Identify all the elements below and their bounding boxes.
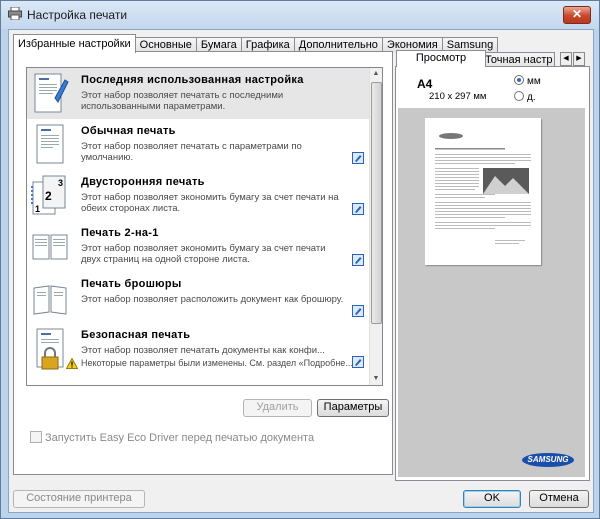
radio-selected-icon: [514, 75, 524, 85]
edit-icon[interactable]: [352, 356, 364, 368]
item-title: Безопасная печать: [81, 329, 191, 341]
two-up-icon: [32, 234, 68, 260]
preview-area: SAMSUNG: [398, 108, 585, 477]
item-description: Этот набор позволяет экономить бумагу за…: [81, 192, 339, 214]
svg-text:3: 3: [58, 178, 63, 188]
item-description: Этот набор позволяет печатать документы …: [81, 345, 325, 356]
booklet-icon: [33, 285, 67, 315]
last-used-icon: [34, 73, 69, 113]
svg-text:2: 2: [45, 189, 52, 203]
item-description: Этот набор позволяет печатать с параметр…: [81, 141, 302, 163]
scroll-up-icon[interactable]: ▲: [370, 68, 382, 80]
item-title: Печать брошюры: [81, 278, 182, 290]
unit-inch-label: д.: [527, 92, 536, 103]
tab-scroll-left-icon[interactable]: ◀: [560, 52, 572, 66]
preview-content: A4 210 x 297 мм мм д. SAMSUNG: [395, 66, 590, 481]
paper-size: A4: [417, 77, 433, 91]
tab-favorites[interactable]: Избранные настройки: [13, 34, 136, 53]
scrollbar-thumb[interactable]: [371, 82, 382, 324]
printer-icon: [8, 7, 22, 20]
edit-icon[interactable]: [352, 203, 364, 215]
list-item[interactable]: Печать брошюры Этот набор позволяет расп…: [27, 272, 370, 323]
normal-print-icon: [36, 124, 64, 164]
parameters-button[interactable]: Параметры: [317, 399, 389, 417]
print-settings-window: Настройка печати ✕ Избранные настройки О…: [0, 0, 600, 519]
cancel-button[interactable]: Отмена: [529, 490, 589, 508]
title-bar[interactable]: Настройка печати ✕: [1, 1, 599, 29]
ok-button[interactable]: OK: [463, 490, 521, 508]
delete-button[interactable]: Удалить: [243, 399, 312, 417]
list-item[interactable]: Обычная печать Этот набор позволяет печа…: [27, 119, 370, 170]
favorites-panel: Последняя использованная настройка Этот …: [13, 51, 393, 475]
list-item[interactable]: Печать 2-на-1 Этот набор позволяет эконо…: [27, 221, 370, 272]
svg-text:1: 1: [35, 204, 40, 214]
tab-scroll-right-icon[interactable]: ▶: [573, 52, 585, 66]
dialog-body: Избранные настройки Основные Бумага Граф…: [8, 29, 594, 513]
paper-info: A4 210 x 297 мм мм д.: [398, 70, 585, 106]
radio-empty-icon: [514, 91, 524, 101]
secure-print-icon: [36, 328, 64, 370]
window-title: Настройка печати: [27, 8, 128, 22]
item-description: Этот набор позволяет расположить докумен…: [81, 294, 344, 305]
preview-panel: Просмотр Точная настр ◀ ▶ A4 210 x 297 м…: [395, 49, 590, 481]
edit-icon[interactable]: [352, 305, 364, 317]
scroll-down-icon[interactable]: ▼: [370, 373, 382, 385]
item-title: Двусторонняя печать: [81, 176, 205, 188]
edit-icon[interactable]: [352, 152, 364, 164]
paper-dimensions: 210 x 297 мм: [429, 91, 487, 102]
eco-driver-checkbox[interactable]: Запустить Easy Eco Driver перед печатью …: [30, 431, 314, 444]
item-description: Этот набор позволяет печатать с последни…: [81, 90, 284, 112]
checkbox-box[interactable]: [30, 431, 42, 443]
tab-preview[interactable]: Просмотр: [396, 50, 486, 67]
tab-fine-tune[interactable]: Точная настр: [481, 52, 555, 67]
item-description: Этот набор позволяет экономить бумагу за…: [81, 243, 326, 265]
list-item[interactable]: Безопасная печать Этот набор позволяет п…: [27, 323, 370, 374]
list-item[interactable]: Последняя использованная настройка Этот …: [27, 68, 370, 119]
edit-icon[interactable]: [352, 254, 364, 266]
unit-inch-radio[interactable]: д.: [514, 91, 536, 103]
samsung-logo: SAMSUNG: [522, 453, 574, 467]
unit-mm-label: мм: [527, 76, 541, 87]
list-item[interactable]: 3 2 1 Двусторонняя печать Этот набор поз…: [27, 170, 370, 221]
item-title: Последняя использованная настройка: [81, 74, 304, 86]
favorites-list[interactable]: Последняя использованная настройка Этот …: [26, 67, 383, 386]
unit-mm-radio[interactable]: мм: [514, 75, 541, 87]
close-button[interactable]: ✕: [563, 6, 591, 24]
printer-status-button[interactable]: Состояние принтера: [13, 490, 145, 508]
item-warning: Некоторые параметры были изменены. См. р…: [81, 358, 353, 368]
list-scrollbar[interactable]: ▲ ▼: [369, 68, 382, 385]
item-title: Печать 2-на-1: [81, 227, 159, 239]
eco-driver-label: Запустить Easy Eco Driver перед печатью …: [45, 432, 315, 444]
item-title: Обычная печать: [81, 125, 176, 137]
page-preview-image: [425, 118, 541, 265]
warning-icon: [66, 358, 78, 369]
duplex-print-icon: 3 2 1: [31, 175, 66, 215]
